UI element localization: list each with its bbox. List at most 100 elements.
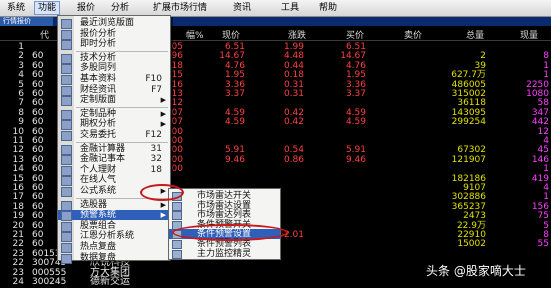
menu-item-icon <box>61 155 72 166</box>
menu-news[interactable]: 资讯 <box>230 2 254 14</box>
header-volume[interactable]: 总量 <box>466 28 484 41</box>
function-menu-item[interactable]: 金融记事本 32 <box>58 154 170 166</box>
function-menu-item[interactable]: 期权分析 ▶ <box>58 119 170 131</box>
menu-item-label: 财经资讯 <box>80 84 117 95</box>
menu-item-icon <box>61 131 72 141</box>
function-menu-item[interactable]: 最近浏览版面 <box>58 18 170 29</box>
menu-item-label: 最近浏览版面 <box>80 18 135 28</box>
function-menu-item[interactable]: 数据复盘 <box>58 253 170 264</box>
function-menu-item[interactable]: 定制版面 ▶ <box>58 95 170 107</box>
menu-item-icon <box>61 19 72 29</box>
function-menu-item[interactable]: 基本资料 F10 <box>58 74 170 85</box>
menu-item-label: 预警系统 <box>80 210 117 221</box>
function-menu-item[interactable]: 财经资讯 F7 <box>58 84 170 96</box>
header-change[interactable]: 涨跌 <box>288 28 306 41</box>
header-change-pct[interactable]: 幅% <box>186 28 204 41</box>
function-menu-item[interactable]: 在线人气 <box>58 175 170 187</box>
function-menu-item[interactable]: 江恩分析系统 <box>58 231 170 243</box>
menu-separator <box>76 50 168 52</box>
submenu-item-icon <box>172 249 182 259</box>
menu-item-icon <box>61 75 72 85</box>
header-ask[interactable]: 卖价 <box>404 28 422 41</box>
submenu-item[interactable]: 条件预警列表 <box>169 239 280 249</box>
submenu-item[interactable]: 主力监控精灵 <box>169 249 280 259</box>
menu-item-shortcut: F10 <box>145 74 162 84</box>
menu-system[interactable]: 系统 <box>4 2 28 14</box>
menu-item-label: 公式系统 <box>80 186 117 196</box>
function-menu-item[interactable]: 股票组合 <box>58 220 170 232</box>
function-menu-item[interactable]: 公式系统 ▶ <box>58 186 170 197</box>
menu-item-label: 期权分析 <box>80 119 117 130</box>
menu-item-label: 金融计算器 <box>80 143 126 154</box>
header-code[interactable]: 代 <box>40 28 49 41</box>
function-menu-item[interactable]: 即时分析 <box>58 39 170 51</box>
menu-item-icon <box>61 64 72 75</box>
function-menu-item[interactable]: 预警系统 ▶ <box>58 210 170 222</box>
menu-item-icon <box>61 29 72 40</box>
menu-item-icon <box>61 109 72 120</box>
watermark: 头条 @股家嘀大士 <box>426 264 526 278</box>
tab-quote[interactable]: 行情报价 <box>0 17 53 26</box>
menu-function[interactable]: 功能 <box>34 1 61 15</box>
submenu-arrow-icon: ▶ <box>160 96 166 105</box>
menu-item-label: 金融记事本 <box>80 154 126 165</box>
function-menu-item[interactable]: 选股器 ▶ <box>58 199 170 211</box>
menu-item-label: 定制品种 <box>80 108 117 119</box>
header-price[interactable]: 现价 <box>222 28 240 41</box>
menu-item-icon <box>61 165 72 176</box>
menu-item-label: 多股同列 <box>80 63 117 74</box>
submenu-item-label: 市场雷达列表 <box>197 210 252 221</box>
menu-item-label: 江恩分析系统 <box>80 231 135 242</box>
menu-item-icon <box>61 187 72 197</box>
menu-item-icon <box>61 53 72 64</box>
submenu-item[interactable]: 市场雷达列表 <box>169 210 280 221</box>
menu-separator <box>76 197 168 199</box>
function-menu-item[interactable]: 个人理财 18 <box>58 164 170 176</box>
menu-item-icon <box>61 176 72 187</box>
submenu-item[interactable]: 市场雷达开关 <box>169 191 280 201</box>
header-current-volume[interactable]: 现量 <box>520 28 538 41</box>
menu-item-icon <box>61 96 72 107</box>
menu-item-icon <box>61 253 72 264</box>
submenu-arrow-icon: ▶ <box>160 120 166 129</box>
menu-tools[interactable]: 工具 <box>278 2 302 14</box>
menu-item-icon <box>61 211 72 222</box>
menu-item-label: 在线人气 <box>80 175 117 186</box>
cell-name: 德新交运 <box>90 276 130 287</box>
header-bid[interactable]: 买价 <box>346 28 364 41</box>
menu-item-shortcut: 32 <box>150 154 162 165</box>
submenu-arrow-icon: ▶ <box>160 200 166 209</box>
menu-item-icon <box>61 200 72 211</box>
menu-extended-market[interactable]: 扩展市场行情 <box>150 2 210 14</box>
menu-analysis[interactable]: 分析 <box>108 2 132 14</box>
menu-item-label: 热点复盘 <box>80 242 117 252</box>
submenu-arrow-icon: ▶ <box>160 187 166 195</box>
menu-item-shortcut: F12 <box>145 130 162 140</box>
cell-code: 300245 <box>32 277 67 287</box>
menu-item-label: 报价分析 <box>80 28 117 39</box>
submenu-item-label: 市场雷达开关 <box>197 191 252 201</box>
function-menu-item[interactable]: 报价分析 <box>58 28 170 40</box>
menu-item-label: 个人理财 <box>80 164 117 175</box>
menu-item-icon <box>61 120 72 131</box>
cell-idx: 24 <box>12 277 24 287</box>
submenu-item-label: 主力监控精灵 <box>197 248 252 259</box>
function-menu-item[interactable]: 定制品种 ▶ <box>58 108 170 120</box>
menu-item-icon <box>61 243 72 253</box>
function-menu-item[interactable]: 热点复盘 <box>58 242 170 253</box>
menu-help[interactable]: 帮助 <box>316 2 340 14</box>
menu-quote[interactable]: 报价 <box>74 2 98 14</box>
menu-item-label: 股票组合 <box>80 220 117 231</box>
menu-item-label: 技术分析 <box>80 52 117 63</box>
function-menu-item[interactable]: 交易委托 F12 <box>58 130 170 141</box>
menu-item-label: 即时分析 <box>80 39 117 50</box>
menu-item-label: 选股器 <box>80 199 108 210</box>
submenu-item-label: 条件预警设置 <box>197 229 252 240</box>
menu-separator <box>76 106 168 108</box>
function-menu-item[interactable]: 金融计算器 31 <box>58 143 170 155</box>
function-menu-item[interactable]: 多股同列 <box>58 63 170 75</box>
menu-item-icon <box>61 221 72 232</box>
function-menu: 最近浏览版面 报价分析 即时分析技术分析 多股同列 基本资料 F10 财经资讯 F7 定制版面 ▶… <box>57 15 171 264</box>
submenu-item[interactable]: 条件预警设置 <box>169 229 280 240</box>
function-menu-item[interactable]: 技术分析 <box>58 52 170 64</box>
